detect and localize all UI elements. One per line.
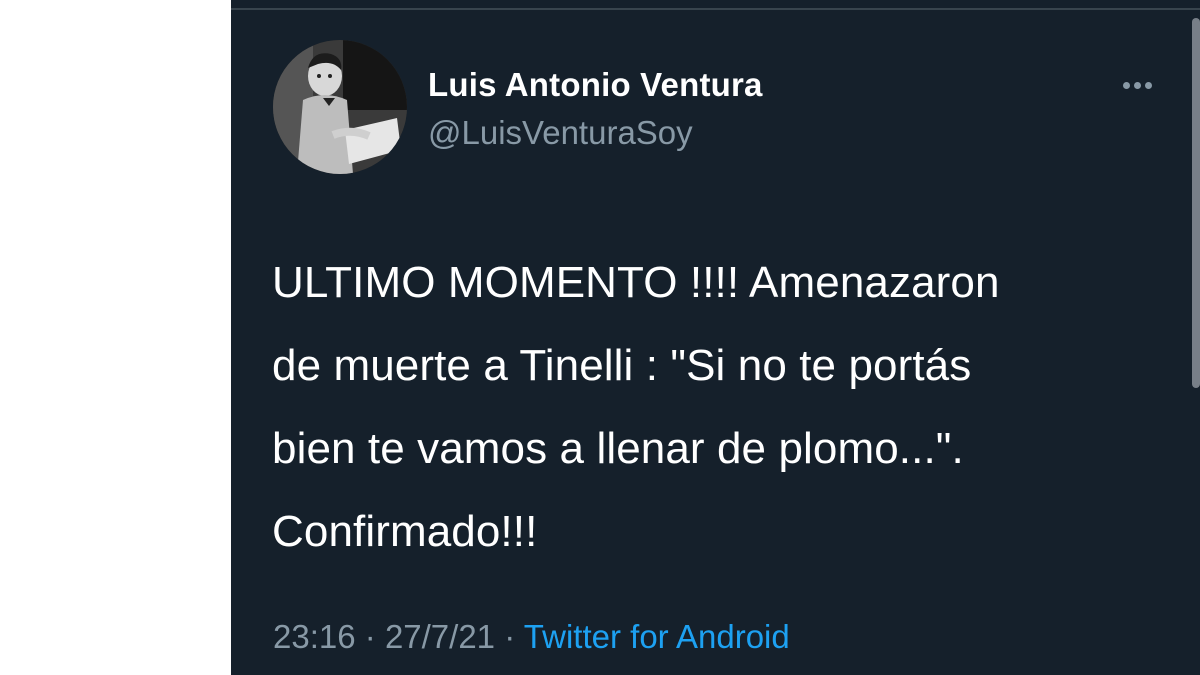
more-options-icon[interactable]	[1121, 76, 1165, 94]
tweet-date[interactable]: 27/7/21	[385, 618, 495, 655]
dot	[1123, 82, 1130, 89]
divider	[231, 8, 1200, 10]
dot	[1145, 82, 1152, 89]
author-handle[interactable]: @LuisVenturaSoy	[428, 114, 693, 152]
tweet-meta: 23:16 · 27/7/21 · Twitter for Android	[273, 618, 790, 656]
tweet-text: ULTIMO MOMENTO !!!! Amenazaron de muerte…	[272, 258, 1000, 556]
scrollbar[interactable]	[1192, 18, 1200, 388]
tweet-time[interactable]: 23:16	[273, 618, 356, 655]
tweet-card: Luis Antonio Ventura @LuisVenturaSoy ULT…	[231, 0, 1200, 675]
author-avatar[interactable]	[273, 40, 407, 174]
avatar-photo-icon	[273, 40, 407, 174]
meta-separator: ·	[364, 618, 376, 655]
author-display-name[interactable]: Luis Antonio Ventura	[428, 66, 763, 104]
dot	[1134, 82, 1141, 89]
page: Luis Antonio Ventura @LuisVenturaSoy ULT…	[0, 0, 1200, 675]
tweet-source-link[interactable]: Twitter for Android	[524, 618, 790, 655]
meta-separator: ·	[504, 618, 516, 655]
